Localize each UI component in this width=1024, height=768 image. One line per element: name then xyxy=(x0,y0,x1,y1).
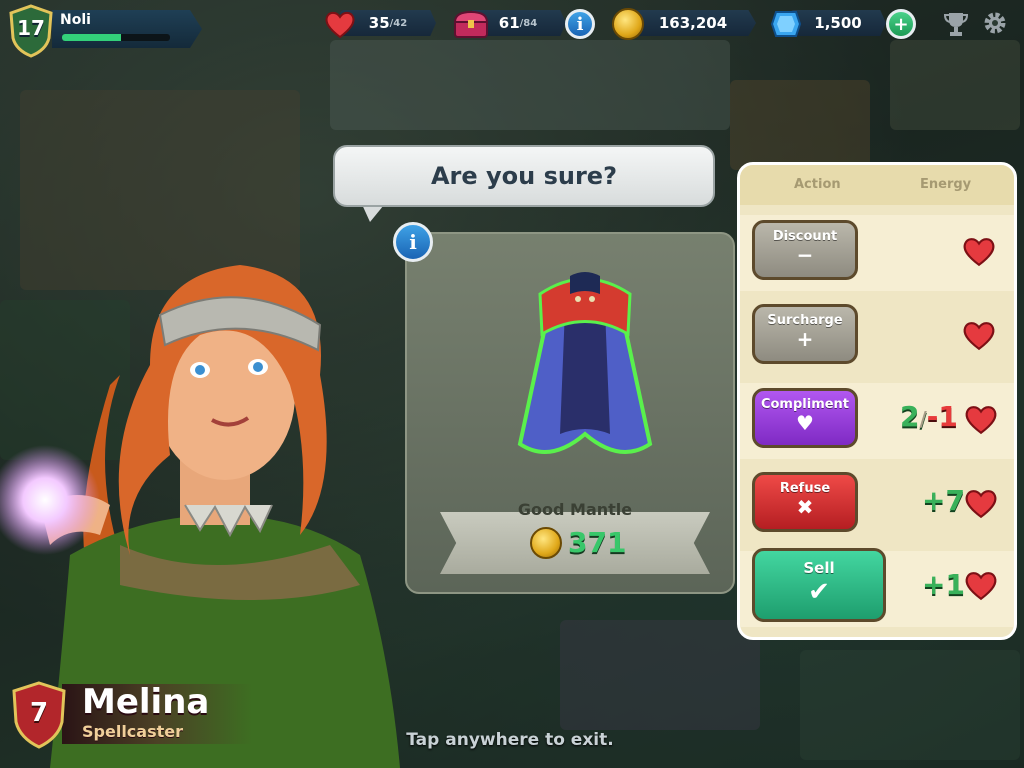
sell-button[interactable]: Sell ✔ xyxy=(752,548,886,622)
top-bar: 17 Noli 35/42 61/84 i 163,204 1,500 + xyxy=(0,0,1024,58)
action-panel-header xyxy=(740,165,1014,205)
xp-bar-fill xyxy=(62,34,122,41)
chest-value: 61 xyxy=(498,14,520,32)
energy-value: 35 xyxy=(368,14,390,32)
energy-max: /42 xyxy=(389,17,408,29)
heart-icon xyxy=(965,572,997,601)
heart-icon xyxy=(965,490,997,519)
compliment-energy-gain: 2 xyxy=(900,400,920,433)
discount-label: Discount xyxy=(772,229,838,244)
info-button[interactable]: i xyxy=(565,9,595,39)
cross-icon: ✖ xyxy=(796,495,814,519)
heart-icon xyxy=(965,406,997,435)
customer-level: 7 xyxy=(29,698,49,728)
compliment-energy: 2/-1 xyxy=(900,400,958,433)
customer-name: Melina xyxy=(82,682,210,722)
gem-value: 1,500 xyxy=(814,14,862,32)
compliment-energy-cost: -1 xyxy=(926,400,958,433)
refuse-energy: +7 xyxy=(922,484,965,517)
heart-icon xyxy=(963,322,995,351)
gold-value: 163,204 xyxy=(658,14,728,32)
player-name: Noli xyxy=(60,12,91,28)
heart-icon xyxy=(963,238,995,267)
compliment-label: Compliment xyxy=(760,397,850,412)
settings-gear-icon[interactable] xyxy=(982,10,1008,36)
compliment-energy-separator: / xyxy=(919,407,927,431)
gem-icon xyxy=(770,11,802,37)
coin-icon xyxy=(612,8,644,40)
item-name: Good Mantle xyxy=(517,500,633,519)
surcharge-label: Surcharge xyxy=(767,313,843,328)
gold-counter[interactable]: 163,204 xyxy=(630,10,756,36)
add-gems-button[interactable]: + xyxy=(886,9,916,39)
item-price-value: 371 xyxy=(568,526,627,559)
trophy-icon[interactable] xyxy=(942,10,970,38)
chest-max: /84 xyxy=(519,17,538,29)
sell-energy: +1 xyxy=(922,568,965,601)
refuse-button[interactable]: Refuse ✖ xyxy=(752,472,858,532)
check-icon: ✔ xyxy=(808,577,830,607)
customer-class: Spellcaster xyxy=(82,722,183,741)
sell-label: Sell xyxy=(803,559,835,577)
refuse-label: Refuse xyxy=(779,481,831,496)
column-header-energy: Energy xyxy=(920,177,972,192)
item-price: 371 xyxy=(530,526,626,559)
coin-icon xyxy=(530,526,562,559)
xp-bar xyxy=(62,34,170,41)
discount-button[interactable]: Discount − xyxy=(752,220,858,280)
player-level: 17 xyxy=(17,16,45,40)
heart-symbol-icon: ♥ xyxy=(796,411,814,435)
chest-icon xyxy=(453,10,489,38)
exit-hint: Tap anywhere to exit. xyxy=(406,730,614,750)
plus-icon: + xyxy=(796,327,814,351)
compliment-button[interactable]: Compliment ♥ xyxy=(752,388,858,448)
dialog-prompt: Are you sure? xyxy=(430,162,618,190)
item-info-button[interactable]: i xyxy=(393,222,433,262)
surcharge-button[interactable]: Surcharge + xyxy=(752,304,858,364)
speech-bubble: Are you sure? xyxy=(333,145,715,207)
column-header-action: Action xyxy=(794,177,841,192)
mantle-item-icon xyxy=(517,272,653,454)
minus-icon: − xyxy=(796,243,814,267)
heart-icon xyxy=(325,11,355,39)
gem-counter[interactable]: 1,500 xyxy=(790,10,886,36)
